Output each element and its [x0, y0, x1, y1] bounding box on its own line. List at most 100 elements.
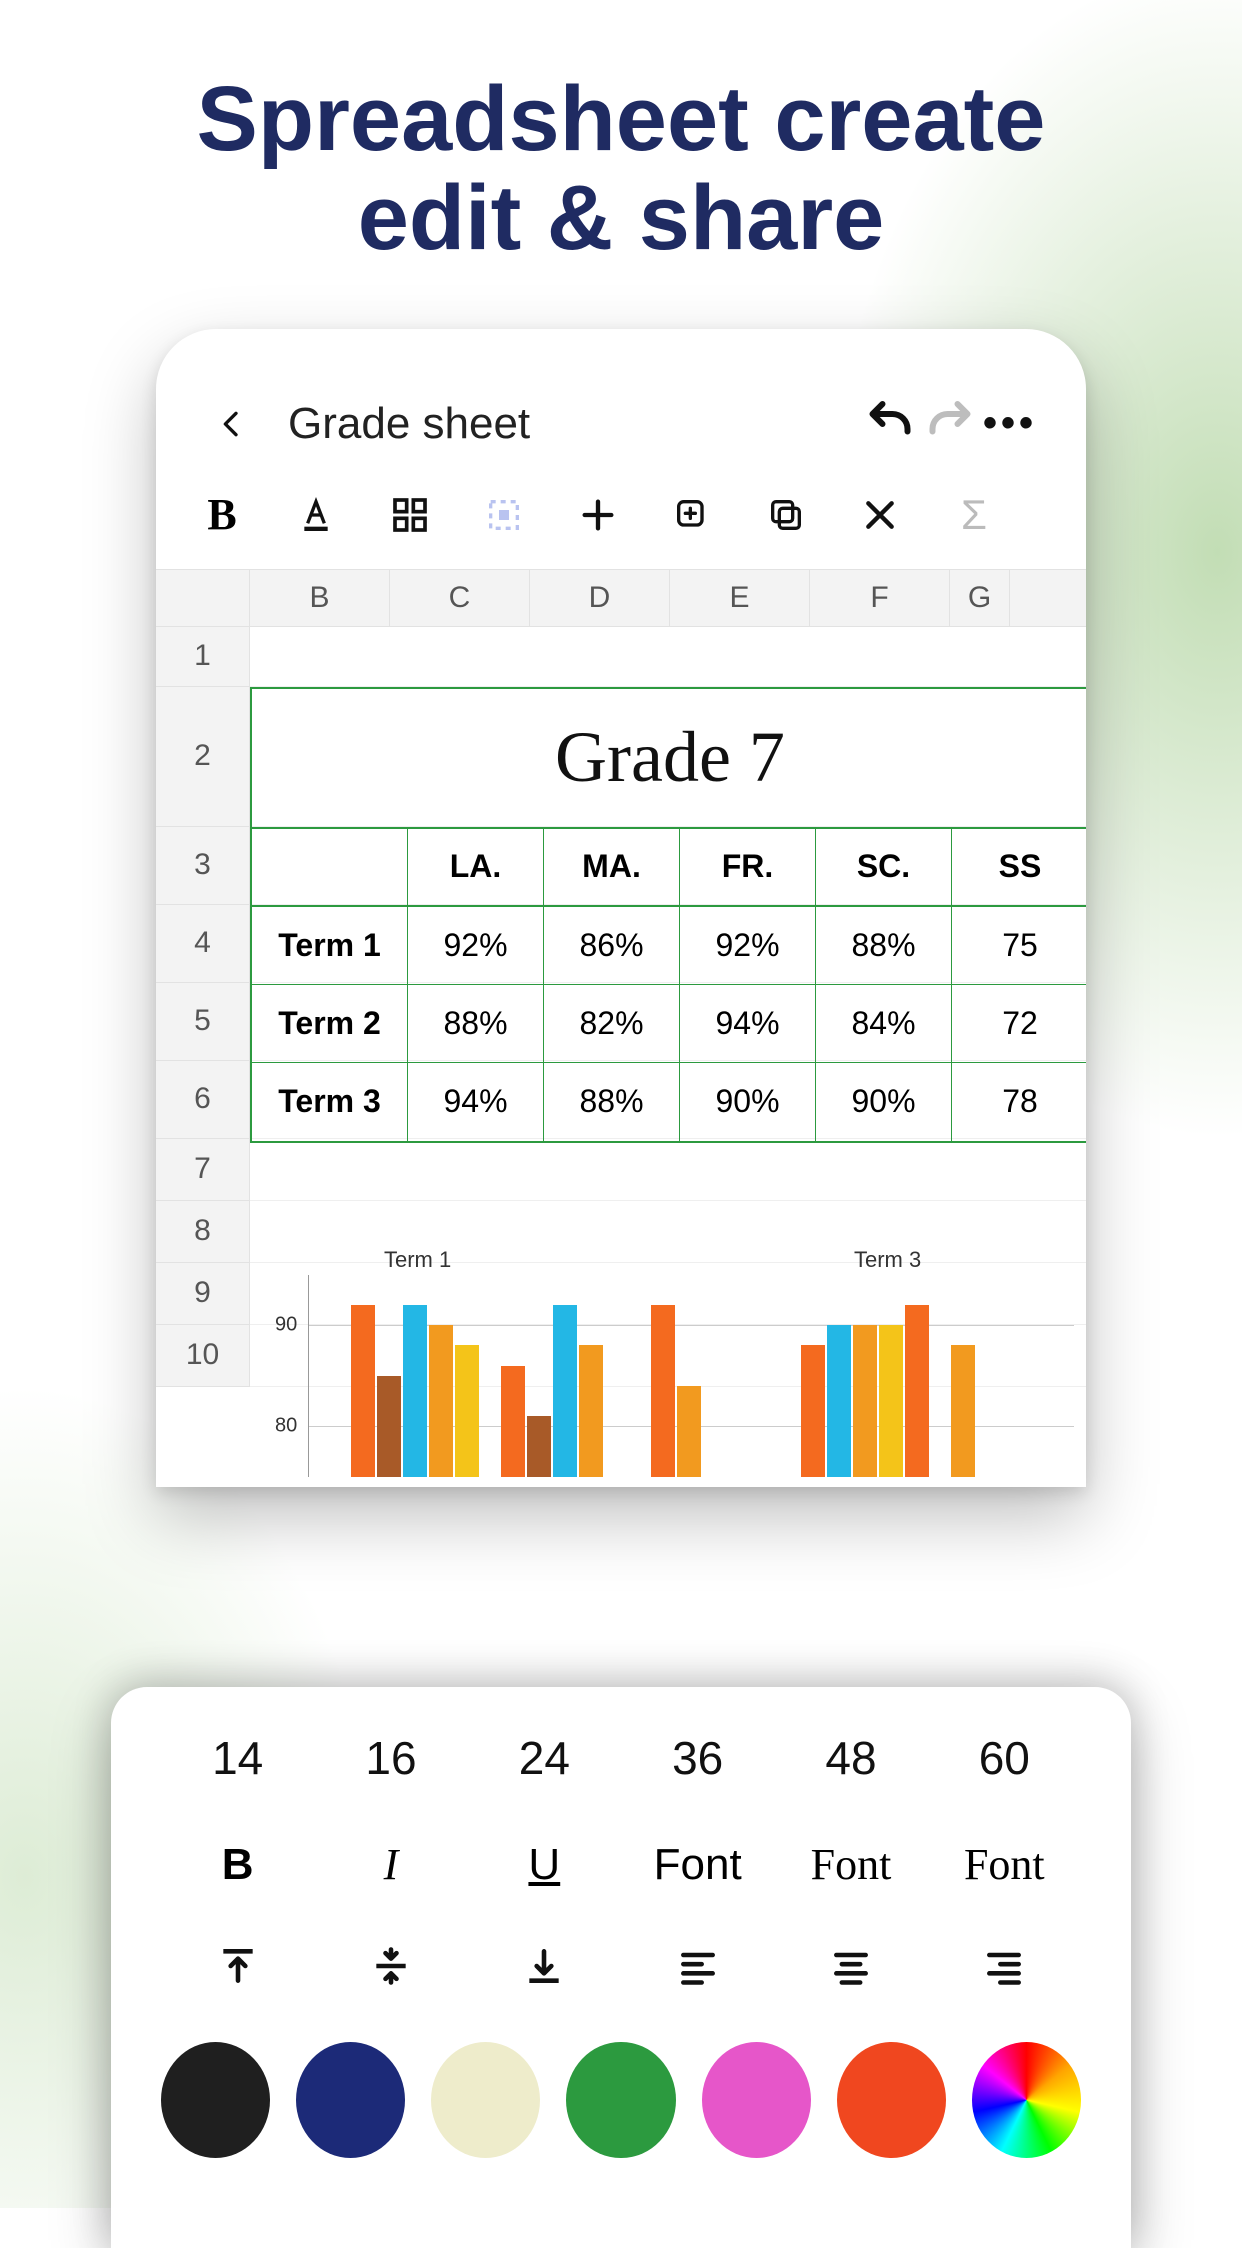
embedded-chart[interactable]: Term 1 Term 3 8090 — [274, 1247, 1074, 1477]
column-headers: B C D E F G — [156, 569, 1086, 627]
table-cell[interactable]: 92% — [680, 907, 816, 985]
color-swatch[interactable] — [702, 2042, 811, 2158]
chart-bar — [527, 1416, 551, 1477]
table-header[interactable]: MA. — [544, 829, 680, 907]
table-cell[interactable]: 78 — [952, 1063, 1086, 1141]
col-header[interactable]: C — [390, 570, 530, 626]
table-header[interactable]: FR. — [680, 829, 816, 907]
row-label[interactable]: Term 1 — [252, 907, 408, 985]
font-option[interactable]: Font — [621, 1840, 774, 1890]
font-size-option[interactable]: 16 — [314, 1731, 467, 1785]
redo-button[interactable] — [920, 389, 980, 459]
table-row[interactable]: Term 394%88%90%90%78 — [252, 1063, 1086, 1141]
chart-group-label: Term 1 — [384, 1247, 451, 1273]
table-row[interactable]: Term 192%86%92%88%75 — [252, 907, 1086, 985]
row-label[interactable]: Term 2 — [252, 985, 408, 1063]
table-cell[interactable]: 94% — [680, 985, 816, 1063]
chart-bar — [651, 1305, 675, 1477]
underline-option[interactable]: U — [468, 1840, 621, 1890]
table-cell[interactable]: 72 — [952, 985, 1086, 1063]
table-header[interactable]: SS — [952, 829, 1086, 907]
chart-bar — [377, 1376, 401, 1477]
row-header[interactable]: 6 — [156, 1061, 250, 1139]
font-size-option[interactable]: 14 — [161, 1731, 314, 1785]
text-color-button[interactable] — [288, 487, 344, 543]
row-header[interactable]: 5 — [156, 983, 250, 1061]
align-middle-icon[interactable] — [314, 1944, 467, 1988]
table-header[interactable] — [252, 829, 408, 907]
align-top-icon[interactable] — [161, 1944, 314, 1988]
col-header[interactable]: B — [250, 570, 390, 626]
bold-option[interactable]: B — [161, 1840, 314, 1890]
col-header[interactable]: G — [950, 570, 1010, 626]
y-tick-label: 90 — [275, 1314, 297, 1337]
undo-button[interactable] — [860, 389, 920, 459]
color-swatch[interactable] — [296, 2042, 405, 2158]
italic-option[interactable]: I — [314, 1839, 467, 1890]
chart-bar — [429, 1325, 453, 1477]
row-header[interactable]: 9 — [156, 1263, 250, 1325]
row-header[interactable]: 8 — [156, 1201, 250, 1263]
row-label[interactable]: Term 3 — [252, 1063, 408, 1141]
color-picker-icon[interactable] — [972, 2042, 1081, 2158]
chart-bar — [951, 1345, 975, 1476]
align-bottom-icon[interactable] — [468, 1944, 621, 1988]
back-button[interactable] — [202, 391, 262, 457]
title-bar: Grade sheet ••• — [156, 389, 1086, 469]
close-icon[interactable] — [852, 487, 908, 543]
grade-table[interactable]: Grade 7 LA. MA. FR. SC. SS Term 192%86%9… — [250, 687, 1086, 1143]
align-right-icon[interactable] — [928, 1944, 1081, 1988]
table-cell[interactable]: 84% — [816, 985, 952, 1063]
font-size-option[interactable]: 48 — [774, 1731, 927, 1785]
color-swatch[interactable] — [566, 2042, 675, 2158]
table-cell[interactable]: 94% — [408, 1063, 544, 1141]
table-header[interactable]: SC. — [816, 829, 952, 907]
table-cell[interactable]: 75 — [952, 907, 1086, 985]
row-header[interactable]: 4 — [156, 905, 250, 983]
row-header[interactable]: 3 — [156, 827, 250, 905]
table-cell[interactable]: 90% — [816, 1063, 952, 1141]
row-header[interactable]: 7 — [156, 1139, 250, 1201]
bold-button[interactable]: B — [194, 487, 250, 543]
sheet-body[interactable]: 1 2 3 4 5 6 7 8 9 10 Grade 7 LA. MA. FR.… — [156, 627, 1086, 1487]
sum-icon[interactable]: Σ — [946, 487, 1002, 543]
table-header[interactable]: LA. — [408, 829, 544, 907]
grid-icon[interactable] — [382, 487, 438, 543]
select-all-icon[interactable] — [476, 487, 532, 543]
align-left-icon[interactable] — [621, 1944, 774, 1988]
add-sheet-icon[interactable] — [664, 487, 720, 543]
table-cell[interactable]: 88% — [408, 985, 544, 1063]
toolbar: B Σ — [156, 469, 1086, 569]
document-title: Grade sheet — [288, 399, 530, 449]
row-header[interactable]: 10 — [156, 1325, 250, 1387]
font-size-option[interactable]: 36 — [621, 1731, 774, 1785]
table-cell[interactable]: 86% — [544, 907, 680, 985]
font-option[interactable]: Font — [928, 1839, 1081, 1890]
insert-button[interactable] — [570, 487, 626, 543]
color-swatch[interactable] — [161, 2042, 270, 2158]
font-option[interactable]: Font — [774, 1839, 927, 1890]
align-center-icon[interactable] — [774, 1944, 927, 1988]
chart-bar — [677, 1386, 701, 1477]
more-button[interactable]: ••• — [980, 401, 1040, 446]
table-row[interactable]: Term 288%82%94%84%72 — [252, 985, 1086, 1063]
row-header[interactable]: 2 — [156, 687, 250, 827]
table-cell[interactable]: 88% — [544, 1063, 680, 1141]
table-cell[interactable]: 90% — [680, 1063, 816, 1141]
font-size-option[interactable]: 24 — [468, 1731, 621, 1785]
chart-bar — [853, 1325, 877, 1477]
row-header[interactable]: 1 — [156, 627, 250, 687]
color-swatch[interactable] — [431, 2042, 540, 2158]
col-header[interactable]: E — [670, 570, 810, 626]
table-cell[interactable]: 88% — [816, 907, 952, 985]
table-title: Grade 7 — [252, 689, 1086, 829]
copy-icon[interactable] — [758, 487, 814, 543]
corner-cell[interactable] — [156, 570, 250, 626]
col-header[interactable]: F — [810, 570, 950, 626]
font-size-row: 14 16 24 36 48 60 — [161, 1731, 1081, 1785]
color-swatch[interactable] — [837, 2042, 946, 2158]
col-header[interactable]: D — [530, 570, 670, 626]
table-cell[interactable]: 92% — [408, 907, 544, 985]
font-size-option[interactable]: 60 — [928, 1731, 1081, 1785]
table-cell[interactable]: 82% — [544, 985, 680, 1063]
